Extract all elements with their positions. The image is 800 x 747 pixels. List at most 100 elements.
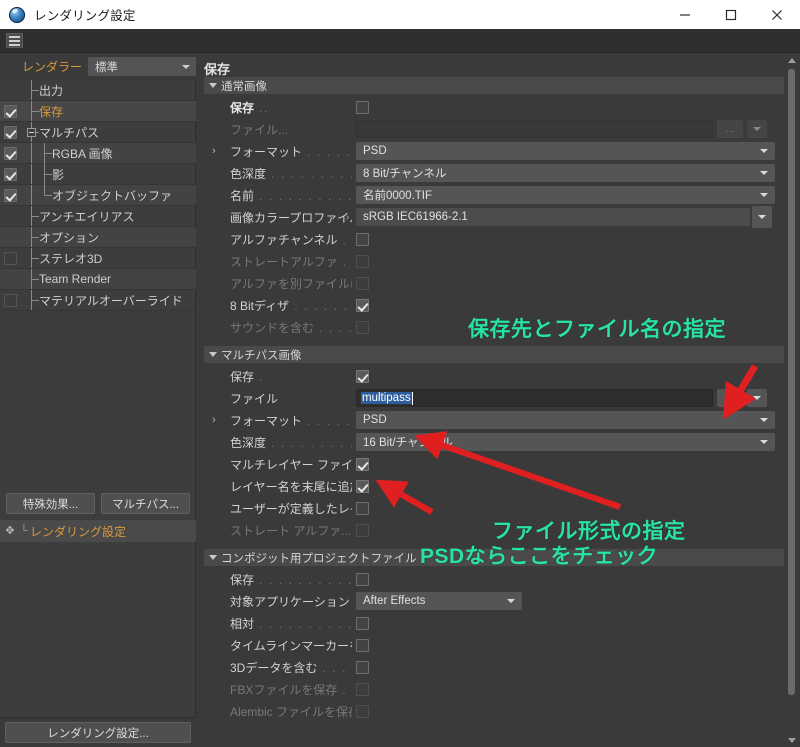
tree-line — [44, 153, 52, 154]
tree-line — [31, 279, 39, 280]
tree-item-checkbox[interactable] — [4, 147, 17, 160]
group-header[interactable]: 通常画像 — [204, 77, 784, 94]
scroll-up-icon[interactable] — [784, 53, 799, 67]
setting-dropdown[interactable]: 16 Bit/チャンネル — [356, 433, 775, 451]
selected-object-row[interactable]: ✥ └ レンダリング設定 — [0, 520, 196, 542]
setting-checkbox[interactable] — [356, 232, 369, 246]
setting-checkbox[interactable] — [356, 704, 369, 718]
setting-checkbox[interactable] — [356, 479, 369, 493]
setting-dropdown[interactable]: PSD — [356, 411, 775, 429]
setting-checkbox[interactable] — [356, 682, 369, 696]
setting-dropdown-value: 8 Bit/チャンネル — [363, 168, 447, 180]
tree-item[interactable]: ステレオ3D — [0, 248, 196, 269]
tree-item-label: マテリアルオーバーライド — [39, 293, 183, 308]
tree-item-checkbox[interactable] — [4, 168, 17, 181]
file-options-dropdown[interactable] — [747, 389, 767, 407]
setting-checkbox[interactable] — [356, 369, 369, 383]
file-path-input[interactable] — [356, 120, 713, 138]
tree-item[interactable]: オブジェクトバッファ — [0, 185, 196, 206]
setting-dropdown-value: 16 Bit/チャンネル — [363, 437, 453, 449]
color-profile-dropdown-button[interactable] — [752, 206, 772, 228]
tree-item[interactable]: 影 — [0, 164, 196, 185]
setting-label-wrap: 保存.. — [204, 99, 352, 116]
tree-item[interactable]: RGBA 画像 — [0, 143, 196, 164]
browse-button[interactable]: ... — [717, 389, 743, 407]
setting-dropdown[interactable]: 名前0000.TIF — [356, 186, 775, 204]
setting-label-wrap: アルファを別ファイルに.. — [204, 275, 352, 292]
setting-label-wrap: 保存 . . . . . . . . . . . . . — [204, 571, 352, 588]
tree-line — [31, 185, 32, 205]
setting-checkbox[interactable] — [356, 100, 369, 114]
file-path-input[interactable]: multipass — [356, 389, 713, 407]
tree-item[interactable]: オプション — [0, 227, 196, 248]
tree-item-checkbox[interactable] — [4, 105, 17, 118]
setting-row: タイムラインマーカーを含む — [204, 634, 784, 656]
color-profile-field[interactable]: sRGB IEC61966-2.1 — [356, 208, 750, 226]
chevron-down-icon — [182, 64, 190, 69]
setting-checkbox[interactable] — [356, 572, 369, 586]
multipass-button[interactable]: マルチパス... — [101, 493, 190, 514]
tree-expander-icon[interactable] — [27, 128, 36, 137]
browse-button[interactable]: ... — [717, 120, 743, 138]
leader-dots: . . . . . . . — [322, 660, 352, 675]
chevron-right-icon[interactable]: › — [212, 414, 216, 426]
setting-dropdown[interactable]: PSD — [356, 142, 775, 160]
setting-checkbox[interactable] — [356, 616, 369, 630]
setting-checkbox[interactable] — [356, 320, 369, 334]
setting-row: 画像カラープロファイル sRGB IEC61966-2.1 › — [204, 206, 784, 228]
tree-item[interactable]: Team Render — [0, 269, 196, 290]
tree-item[interactable]: アンチエイリアス — [0, 206, 196, 227]
chevron-right-icon[interactable]: › — [212, 145, 216, 157]
setting-checkbox[interactable] — [356, 638, 369, 652]
setting-checkbox[interactable] — [356, 254, 369, 268]
setting-label: レイヤー名を末尾に追加 — [230, 479, 352, 494]
setting-label: ファイル... — [230, 122, 289, 137]
minimize-button[interactable] — [662, 0, 708, 29]
setting-row: アルファを別ファイルに.. — [204, 272, 784, 294]
tree-item-label: オブジェクトバッファ — [52, 188, 173, 203]
tree-item[interactable]: 出力 — [0, 80, 196, 101]
setting-checkbox[interactable] — [356, 298, 369, 312]
setting-dropdown-value: 名前0000.TIF — [363, 190, 433, 202]
scroll-down-icon[interactable] — [784, 733, 799, 747]
triangle-down-icon — [209, 83, 217, 88]
setting-dropdown[interactable]: After Effects — [356, 592, 522, 610]
leader-dots: . . . . . . . . . . . . . — [259, 572, 352, 587]
tree-item-checkbox[interactable] — [4, 252, 17, 265]
tree-item[interactable]: マルチパス — [0, 122, 196, 143]
setting-row: 色深度 . . . . . . . . . . . . . 16 Bit/チャンネル — [204, 431, 784, 453]
setting-row: 3Dデータを含む . . . . . . . — [204, 656, 784, 678]
tree-item-checkbox[interactable] — [4, 126, 17, 139]
setting-label-wrap: 3Dデータを含む . . . . . . . — [204, 659, 352, 676]
group-header[interactable]: マルチパス画像 — [204, 346, 784, 363]
leader-dots: . . . . . — [342, 254, 352, 269]
setting-checkbox[interactable] — [356, 457, 369, 471]
leader-dots: . . . . . . . . . . . . . — [259, 188, 352, 203]
scrollbar-thumb[interactable] — [788, 69, 795, 695]
setting-row: ファイル...... — [204, 118, 784, 140]
close-button[interactable] — [754, 0, 800, 29]
tree-item-checkbox[interactable] — [4, 189, 17, 202]
setting-label-wrap: FBXファイルを保存 . . . . — [204, 681, 352, 698]
hamburger-menu-icon[interactable] — [6, 33, 23, 48]
setting-checkbox[interactable] — [356, 276, 369, 290]
tree-line — [44, 164, 45, 185]
setting-dropdown[interactable]: 8 Bit/チャンネル — [356, 164, 775, 182]
setting-label: ファイル — [230, 391, 279, 406]
effects-button[interactable]: 特殊効果... — [6, 493, 95, 514]
setting-checkbox[interactable] — [356, 523, 369, 537]
tree-item-label: アンチエイリアス — [39, 209, 135, 224]
tree-item[interactable]: 保存 — [0, 101, 196, 122]
setting-checkbox[interactable] — [356, 501, 369, 515]
setting-label: 対象アプリケーション — [230, 594, 350, 609]
tree-item[interactable]: マテリアルオーバーライド — [0, 290, 196, 311]
tree-item-checkbox[interactable] — [4, 294, 17, 307]
leader-dots: . . . . . . . — [319, 320, 352, 335]
render-settings-button[interactable]: レンダリング設定... — [5, 722, 191, 743]
maximize-button[interactable] — [708, 0, 754, 29]
annotation-text: 保存先とファイル名の指定 — [468, 318, 726, 341]
vertical-scrollbar[interactable] — [784, 53, 799, 747]
renderer-select[interactable]: 標準 — [88, 57, 196, 76]
setting-checkbox[interactable] — [356, 660, 369, 674]
file-options-dropdown[interactable] — [747, 120, 767, 138]
